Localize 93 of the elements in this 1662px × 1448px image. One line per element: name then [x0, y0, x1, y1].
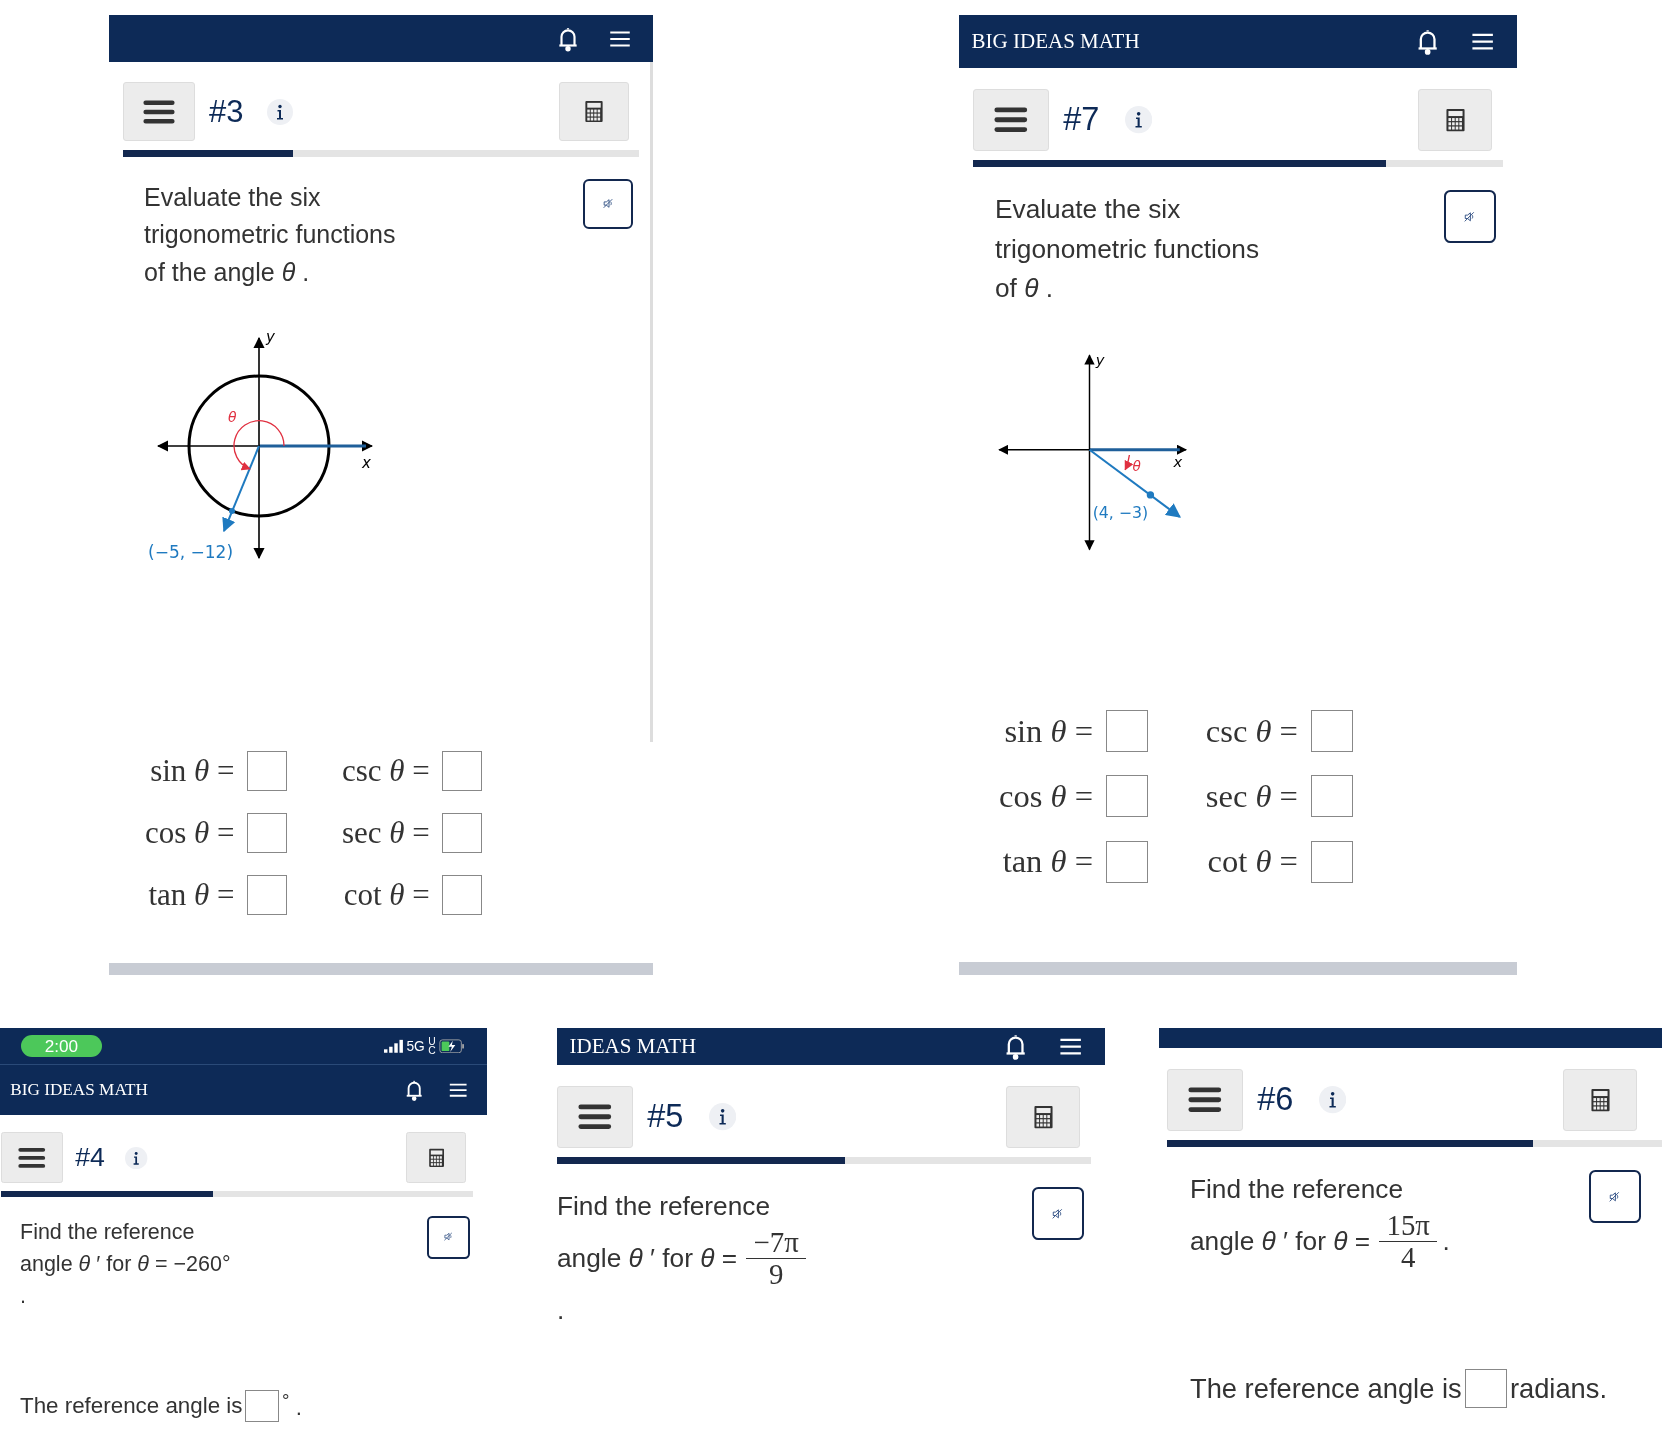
- calculator-icon: [1032, 1104, 1054, 1129]
- app-title: IDEAS MATH: [569, 1034, 697, 1059]
- app-title: BIG IDEAS MATH: [10, 1080, 148, 1101]
- question-number: #5: [647, 1098, 684, 1136]
- axis-label: y: [266, 328, 275, 346]
- function-label: sin θ =: [149, 753, 235, 789]
- audio-button[interactable]: [1443, 190, 1496, 243]
- audio-button[interactable]: [1031, 1187, 1084, 1240]
- question-number: #7: [1063, 101, 1100, 139]
- answer-field[interactable]: [441, 875, 482, 915]
- calculator-icon: [584, 100, 604, 123]
- speaker-muted-icon: [442, 1231, 454, 1243]
- prompt-text: Find the reference: [20, 1218, 196, 1246]
- audio-button[interactable]: [1588, 1170, 1641, 1223]
- question-number: #6: [1257, 1081, 1294, 1119]
- function-label: cot θ =: [342, 877, 430, 913]
- prompt-text: trigonometric functions: [995, 232, 1261, 266]
- menu-button[interactable]: [1167, 1069, 1243, 1131]
- audio-button[interactable]: [583, 178, 633, 229]
- answer-field[interactable]: [1105, 840, 1148, 883]
- info-icon[interactable]: [1318, 1086, 1346, 1114]
- prompt-text: angle θ ′ for θ = −260°: [20, 1250, 232, 1278]
- axis-label: y: [1095, 351, 1105, 368]
- function-label: csc θ =: [341, 753, 430, 789]
- function-label: cos θ =: [145, 815, 235, 851]
- answer-field[interactable]: [1464, 1368, 1507, 1409]
- answer-field[interactable]: [441, 813, 482, 853]
- prompt-text: .: [20, 1283, 27, 1311]
- menu-button[interactable]: [1, 1132, 64, 1184]
- prompt-text: Find the reference: [557, 1190, 772, 1224]
- speaker-muted-icon: [1462, 209, 1477, 224]
- axis-label: x: [1173, 452, 1183, 470]
- info-icon[interactable]: [267, 98, 294, 125]
- signal-icon: [384, 1039, 403, 1053]
- info-icon[interactable]: [1124, 106, 1152, 134]
- point-label: (−5, −12): [148, 542, 233, 562]
- prompt-text: trigonometric functions: [144, 219, 397, 250]
- prompt-text: Evaluate the six: [995, 193, 1182, 227]
- info-icon[interactable]: [708, 1103, 736, 1131]
- prompt-text: Evaluate the six: [144, 181, 322, 213]
- calculator-icon: [427, 1147, 445, 1168]
- prompt-text: .: [557, 1294, 566, 1328]
- answer-field[interactable]: [246, 751, 287, 791]
- answer-field[interactable]: [1105, 775, 1148, 818]
- answer-field[interactable]: [246, 875, 287, 915]
- network-text: 5G: [406, 1038, 425, 1054]
- answer-text: The reference angle is: [1190, 1372, 1462, 1405]
- function-label: sec θ =: [1205, 777, 1298, 815]
- prompt-text: Find the reference: [1190, 1173, 1405, 1207]
- menu-button[interactable]: [123, 82, 195, 141]
- answer-text: The reference angle is: [20, 1393, 243, 1419]
- answer-field[interactable]: [1310, 710, 1353, 753]
- answer-field[interactable]: [1105, 710, 1148, 753]
- function-label: tan θ =: [147, 877, 235, 913]
- answer-unit: $^{°}$ .: [282, 1390, 302, 1422]
- answer-field[interactable]: [1310, 775, 1353, 818]
- point-label: (4, −3): [1092, 503, 1149, 523]
- function-label: cot θ =: [1206, 843, 1298, 880]
- answer-unit: radians.: [1509, 1372, 1607, 1405]
- question-number: #3: [208, 93, 244, 130]
- function-label: csc θ =: [1205, 712, 1298, 750]
- question-number: #4: [75, 1142, 105, 1174]
- menu-button[interactable]: [973, 89, 1049, 151]
- speaker-muted-icon: [1050, 1206, 1065, 1221]
- network-subtext: UC: [428, 1036, 436, 1056]
- menu-button[interactable]: [557, 1086, 633, 1148]
- clock-text: 2:00: [20, 1034, 103, 1058]
- axis-label: x: [362, 454, 371, 472]
- angle-label: θ: [1132, 458, 1141, 475]
- calculator-icon: [1444, 107, 1466, 132]
- function-label: sin θ =: [1003, 712, 1094, 750]
- function-label: sec θ =: [341, 815, 430, 851]
- audio-button[interactable]: [426, 1215, 470, 1259]
- answer-field[interactable]: [1310, 840, 1353, 883]
- answer-field[interactable]: [246, 813, 287, 853]
- calculator-icon: [1589, 1087, 1611, 1112]
- angle-label: θ: [228, 409, 237, 425]
- function-label: tan θ =: [1001, 843, 1094, 880]
- calculator-button[interactable]: [1563, 1069, 1637, 1131]
- speaker-muted-icon: [601, 197, 615, 210]
- answer-field[interactable]: [441, 751, 482, 791]
- function-label: cos θ =: [999, 777, 1094, 815]
- speaker-muted-icon: [1607, 1189, 1622, 1204]
- app-title: BIG IDEAS MATH: [971, 29, 1140, 54]
- prompt-text: of θ .: [995, 271, 1055, 305]
- calculator-button[interactable]: [405, 1132, 467, 1184]
- battery-icon: [438, 1038, 465, 1054]
- calculator-button[interactable]: [1418, 89, 1492, 151]
- calculator-button[interactable]: [559, 82, 629, 141]
- info-icon[interactable]: [125, 1146, 148, 1169]
- prompt-text: of the angle θ .: [144, 256, 311, 288]
- calculator-button[interactable]: [1006, 1086, 1080, 1148]
- answer-field[interactable]: [245, 1389, 280, 1423]
